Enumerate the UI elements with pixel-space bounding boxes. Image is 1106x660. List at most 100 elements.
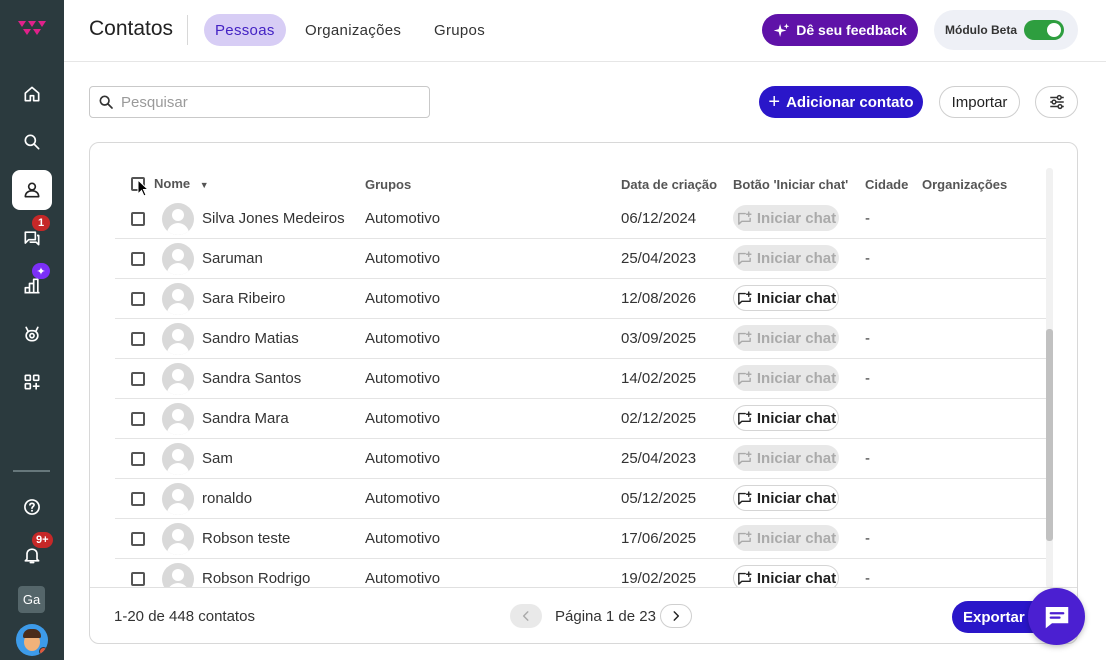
new-chat-icon [738, 290, 752, 305]
new-chat-icon [738, 410, 752, 425]
contacts-table-card: Nome ▼ Grupos Data de criação Botão 'Ini… [89, 142, 1078, 644]
row-checkbox[interactable] [131, 332, 145, 346]
new-chat-icon [738, 490, 752, 505]
search-icon [99, 95, 113, 109]
column-organizations[interactable]: Organizações [922, 177, 1007, 192]
app-logo[interactable] [16, 18, 48, 38]
table-row[interactable]: ronaldo Automotivo 05/12/2025 Iniciar chat [115, 479, 1048, 519]
contact-avatar [162, 363, 194, 395]
contact-group: Automotivo [365, 290, 441, 307]
column-city[interactable]: Cidade [865, 177, 908, 192]
feedback-button[interactable]: Dê seu feedback [762, 14, 918, 46]
scrollbar[interactable] [1046, 168, 1053, 588]
column-name[interactable]: Nome ▼ [154, 176, 209, 191]
table-row[interactable]: Sam Automotivo 25/04/2023 Iniciar chat - [115, 439, 1048, 479]
row-checkbox[interactable] [131, 492, 145, 506]
chevron-right-icon [673, 611, 680, 621]
contact-city: - [865, 450, 870, 467]
sidebar-item-search[interactable] [12, 122, 52, 162]
start-chat-button[interactable]: Iniciar chat [733, 285, 839, 311]
start-chat-button: Iniciar chat [733, 205, 839, 231]
row-checkbox[interactable] [131, 252, 145, 266]
sidebar-item-home[interactable] [12, 74, 52, 114]
add-contact-button[interactable]: + Adicionar contato [759, 86, 923, 118]
sidebar-item-apps[interactable] [12, 362, 52, 402]
search-input[interactable] [121, 93, 421, 111]
import-button[interactable]: Importar [939, 86, 1020, 118]
start-chat-label: Iniciar chat [756, 449, 837, 467]
table-row[interactable]: Sara Ribeiro Automotivo 12/08/2026 Iniciar … [115, 279, 1048, 319]
column-chat[interactable]: Botão 'Iniciar chat' [733, 177, 848, 192]
contact-group: Automotivo [365, 490, 441, 507]
start-chat-label: Iniciar chat [756, 369, 837, 387]
plus-icon: + [768, 91, 781, 113]
table-row[interactable]: Sandra Mara Automotivo 02/12/2025 Iniciar c… [115, 399, 1048, 439]
table-row[interactable]: Saruman Automotivo 25/04/2023 Iniciar chat - [115, 239, 1048, 279]
new-chat-icon [738, 370, 752, 385]
column-settings-button[interactable] [1035, 86, 1078, 118]
row-checkbox[interactable] [131, 372, 145, 386]
tab-pessoas[interactable]: Pessoas [204, 14, 286, 46]
scrollbar-thumb[interactable] [1046, 329, 1053, 541]
start-chat-button: Iniciar chat [733, 445, 839, 471]
home-icon [24, 86, 40, 102]
table-row[interactable]: Sandra Santos Automotivo 14/02/2025 Iniciar… [115, 359, 1048, 399]
start-chat-button[interactable]: Iniciar chat [733, 565, 839, 587]
column-groups[interactable]: Grupos [365, 177, 411, 192]
page-indicator: Página 1 de 23 [555, 608, 656, 625]
user-avatar[interactable] [16, 624, 48, 656]
start-chat-button[interactable]: Iniciar chat [733, 485, 839, 511]
start-chat-label: Iniciar chat [756, 329, 837, 347]
prev-page-button[interactable] [510, 604, 542, 628]
contact-avatar [162, 483, 194, 515]
contact-name[interactable]: Sandra Mara [202, 410, 289, 427]
status-dot [39, 647, 48, 656]
row-checkbox[interactable] [131, 532, 145, 546]
contact-city: - [865, 330, 870, 347]
row-checkbox[interactable] [131, 412, 145, 426]
table-row[interactable]: Robson teste Automotivo 17/06/2025 Iniciar … [115, 519, 1048, 559]
workspace-switcher[interactable]: Ga [18, 586, 45, 613]
beta-toggle[interactable] [1024, 20, 1064, 40]
contact-created-date: 12/08/2026 [621, 290, 697, 307]
row-checkbox[interactable] [131, 572, 145, 586]
contact-name[interactable]: Sandra Santos [202, 370, 301, 387]
next-page-button[interactable] [660, 604, 692, 628]
row-checkbox[interactable] [131, 292, 145, 306]
contact-name[interactable]: Robson teste [202, 530, 290, 547]
chat-bubbles-icon [24, 231, 40, 246]
sidebar-item-help[interactable] [12, 487, 52, 527]
table-row[interactable]: Sandro Matias Automotivo 03/09/2025 Iniciar… [115, 319, 1048, 359]
person-icon [24, 182, 40, 198]
support-chat-button[interactable] [1028, 588, 1085, 645]
contact-name[interactable]: Sara Ribeiro [202, 290, 285, 307]
sidebar-item-contacts[interactable] [12, 170, 52, 210]
column-created[interactable]: Data de criação [621, 177, 717, 192]
row-checkbox[interactable] [131, 452, 145, 466]
sidebar-item-bot[interactable] [12, 314, 52, 354]
row-checkbox[interactable] [131, 212, 145, 226]
new-chat-icon [738, 450, 752, 465]
contact-created-date: 25/04/2023 [621, 250, 697, 267]
tab-grupos[interactable]: Grupos [423, 14, 496, 46]
contact-name[interactable]: Sam [202, 450, 233, 467]
contact-group: Automotivo [365, 530, 441, 547]
table-row[interactable]: Silva Jones Medeiros Automotivo 06/12/2024… [115, 199, 1048, 239]
mouse-cursor-icon [137, 179, 149, 197]
contact-city: - [865, 530, 870, 547]
table-row[interactable]: Robson Rodrigo Automotivo 19/02/2025 Inicia… [115, 559, 1048, 587]
contact-name[interactable]: Saruman [202, 250, 263, 267]
start-chat-button[interactable]: Iniciar chat [733, 405, 839, 431]
contact-name[interactable]: Silva Jones Medeiros [202, 210, 345, 227]
table-header: Nome ▼ Grupos Data de criação Botão 'Ini… [90, 169, 1048, 199]
contact-name[interactable]: ronaldo [202, 490, 252, 507]
column-name-label: Nome [154, 176, 191, 191]
contact-created-date: 02/12/2025 [621, 410, 697, 427]
contact-name[interactable]: Sandro Matias [202, 330, 299, 347]
tab-organizacoes[interactable]: Organizações [294, 14, 412, 46]
sort-down-icon: ▼ [199, 180, 209, 190]
contact-name[interactable]: Robson Rodrigo [202, 570, 310, 587]
add-contact-label: Adicionar contato [786, 93, 914, 111]
table-body: Silva Jones Medeiros Automotivo 06/12/2024… [115, 199, 1048, 587]
new-chat-icon [738, 330, 752, 345]
